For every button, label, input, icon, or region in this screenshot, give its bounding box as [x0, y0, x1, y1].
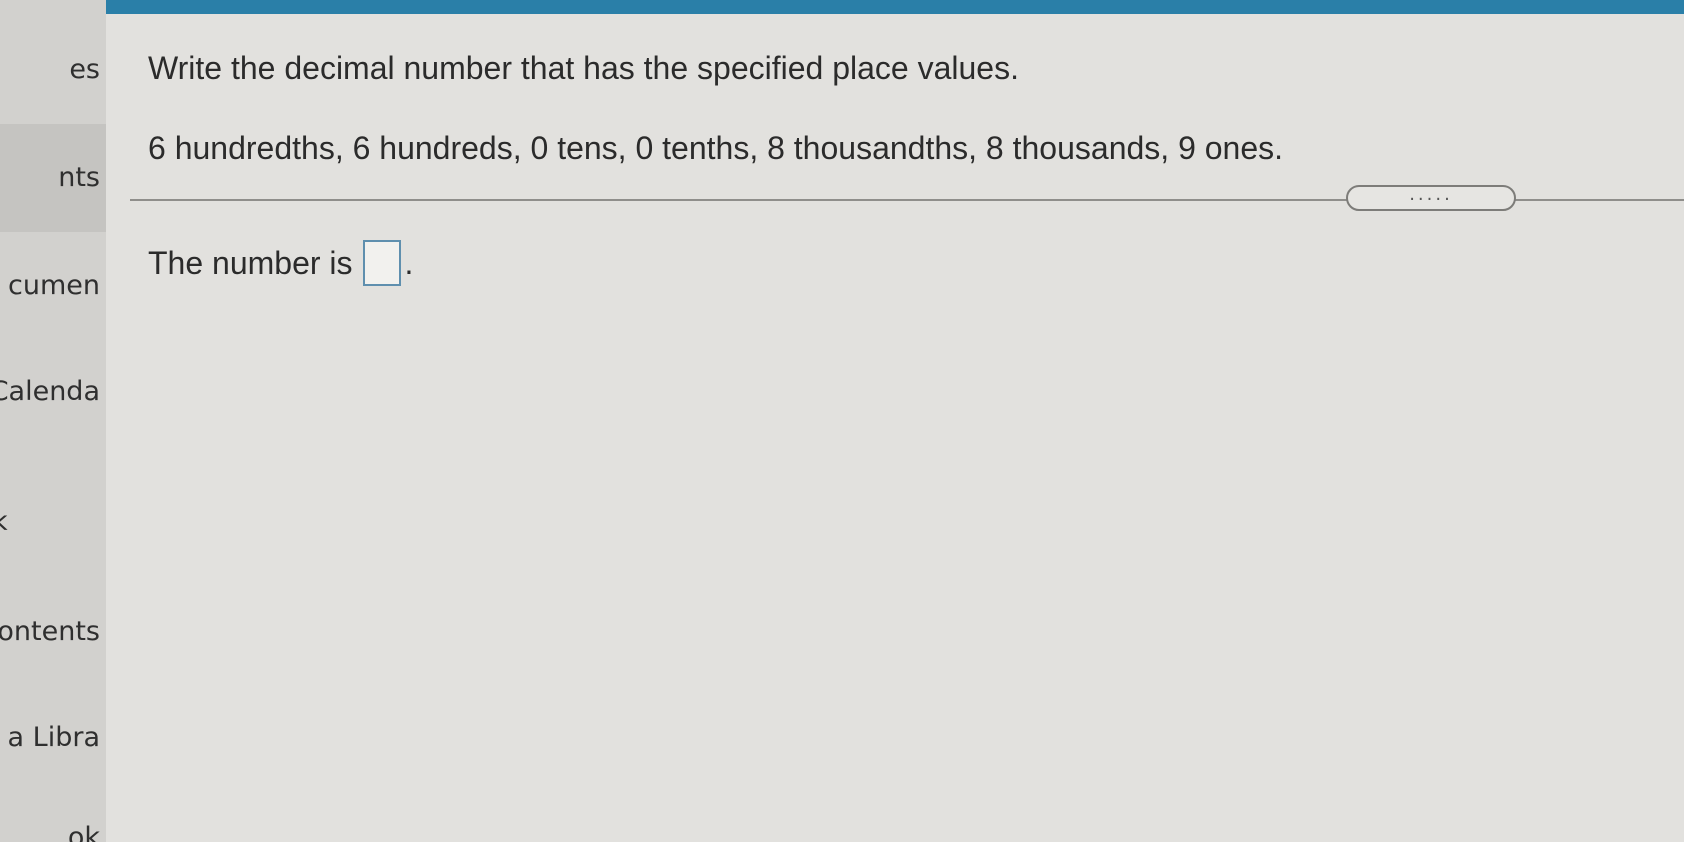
answer-suffix: . — [404, 244, 414, 281]
sidebar-item-3[interactable]: cumen — [0, 266, 100, 306]
sidebar-item-8[interactable]: ok — [0, 818, 100, 842]
top-bar — [106, 0, 1684, 14]
answer-prefix: The number is — [148, 244, 353, 281]
screen: es nts cumen Calenda k ontents a Libra o… — [0, 0, 1684, 842]
sidebar-item-1[interactable]: es — [0, 50, 100, 90]
sidebar-item-5[interactable]: k — [0, 502, 22, 542]
question-instruction: Write the decimal number that has the sp… — [148, 50, 1019, 86]
expand-handle-button[interactable]: ..... — [1346, 185, 1516, 211]
sidebar-item-4[interactable]: Calenda — [0, 372, 100, 412]
sidebar-item-7[interactable]: a Libra — [0, 718, 100, 758]
sidebar-item-6[interactable]: ontents — [0, 612, 100, 652]
answer-input[interactable] — [362, 240, 401, 286]
left-sidebar: es nts cumen Calenda k ontents a Libra o… — [0, 0, 107, 842]
answer-row: The number is . — [148, 240, 413, 286]
sidebar-item-2[interactable]: nts — [0, 158, 100, 198]
question-panel: Write the decimal number that has the sp… — [106, 0, 1684, 842]
question-place-values: 6 hundredths, 6 hundreds, 0 tens, 0 tent… — [148, 130, 1284, 166]
